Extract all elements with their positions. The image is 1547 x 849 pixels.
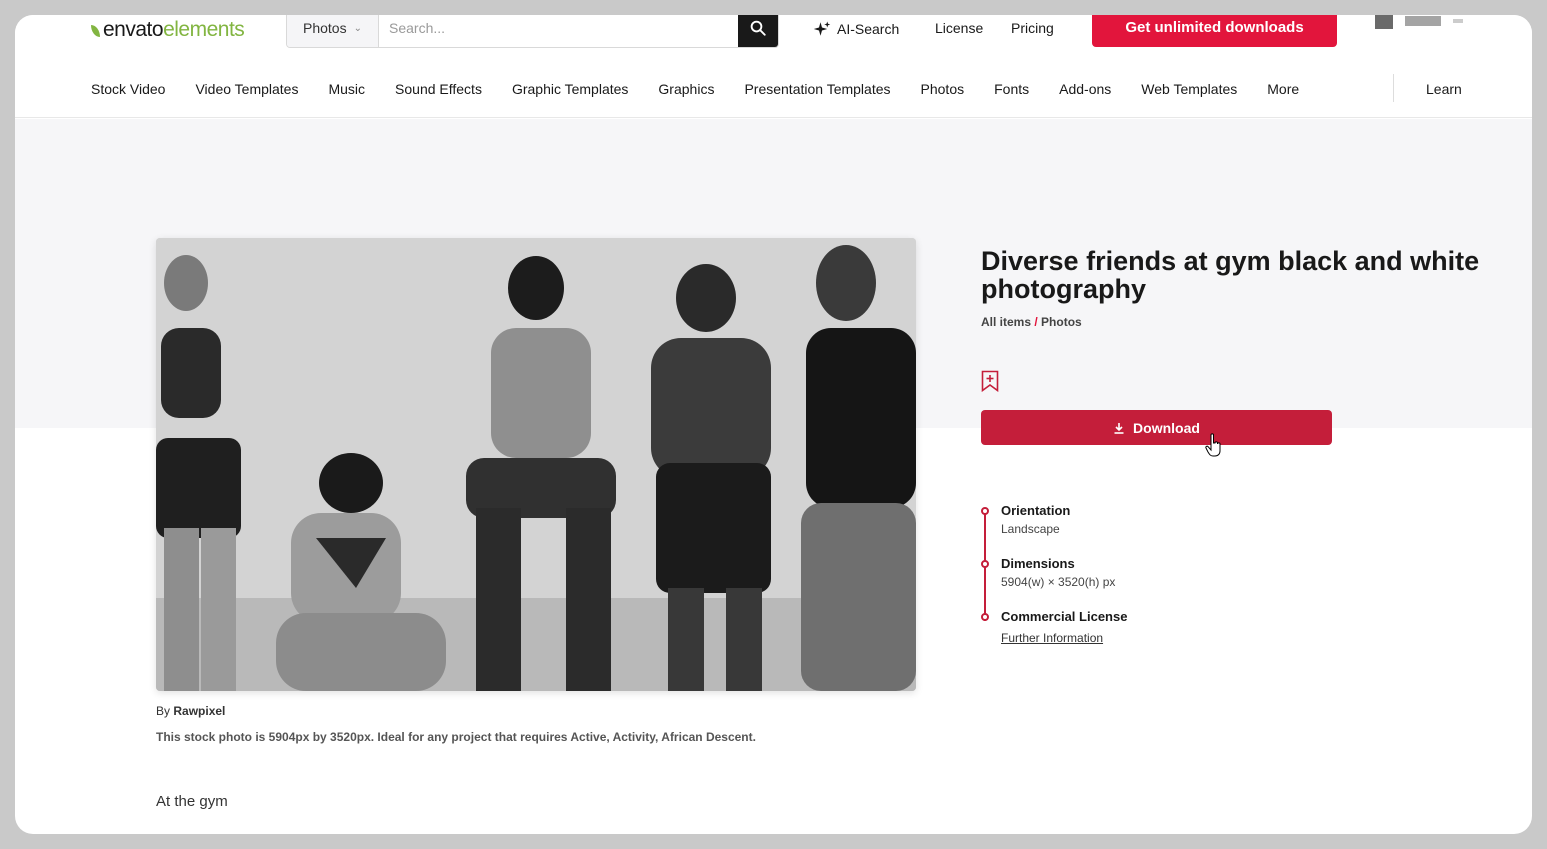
leaf-icon — [91, 25, 100, 37]
attribute-dimensions: Dimensions 5904(w) × 3520(h) px — [981, 556, 1127, 589]
by-label: By — [156, 704, 171, 718]
gym-photo-illustration — [156, 238, 916, 691]
account-chevron-icon — [1453, 19, 1463, 23]
breadcrumb-photos[interactable]: Photos — [1041, 315, 1082, 329]
item-preview-image[interactable] — [156, 238, 916, 691]
nav-fonts[interactable]: Fonts — [994, 81, 1029, 97]
nav-music[interactable]: Music — [328, 81, 365, 97]
nav-web-templates[interactable]: Web Templates — [1141, 81, 1237, 97]
further-information-link[interactable]: Further Information — [1001, 631, 1127, 645]
attribute-orientation: Orientation Landscape — [981, 503, 1127, 536]
item-title: Diverse friends at gym black and white p… — [981, 246, 1480, 304]
nav-more[interactable]: More — [1267, 81, 1299, 97]
item-attributes: Orientation Landscape Dimensions 5904(w)… — [981, 503, 1127, 665]
search-category-label: Photos — [303, 20, 347, 36]
bookmark-add-icon[interactable] — [981, 370, 999, 392]
nav-stock-video[interactable]: Stock Video — [91, 81, 165, 97]
dimensions-value: 5904(w) × 3520(h) px — [1001, 575, 1116, 589]
hand-cursor-icon — [1205, 433, 1221, 457]
search-input[interactable] — [379, 15, 738, 47]
nav-photos[interactable]: Photos — [921, 81, 965, 97]
browser-window: envato elements Photos ⌄ AI-Search Licen… — [15, 15, 1532, 834]
search-icon — [750, 20, 766, 36]
envato-logo[interactable]: envato elements — [91, 18, 245, 42]
orientation-label: Orientation — [1001, 503, 1071, 518]
download-label: Download — [1133, 419, 1200, 436]
get-unlimited-downloads-button[interactable]: Get unlimited downloads — [1092, 15, 1337, 47]
search-bar: Photos ⌄ — [286, 15, 779, 48]
site-header: envato elements Photos ⌄ AI-Search Licen… — [15, 15, 1532, 118]
timeline-dot — [981, 613, 989, 621]
nav-graphics[interactable]: Graphics — [658, 81, 714, 97]
logo-text-elements: elements — [163, 18, 245, 41]
username-blur — [1405, 16, 1441, 26]
logo-text-envato: envato — [103, 18, 164, 41]
sparkle-icon — [813, 21, 831, 36]
ai-search-label: AI-Search — [837, 21, 900, 37]
nav-presentation-templates[interactable]: Presentation Templates — [744, 81, 890, 97]
dimensions-label: Dimensions — [1001, 556, 1075, 571]
breadcrumb: All items / Photos — [981, 315, 1082, 329]
search-category-select[interactable]: Photos ⌄ — [287, 15, 379, 47]
category-nav: Stock Video Video Templates Music Sound … — [91, 74, 1394, 102]
nav-add-ons[interactable]: Add-ons — [1059, 81, 1111, 97]
nav-video-templates[interactable]: Video Templates — [195, 81, 298, 97]
timeline-dot — [981, 560, 989, 568]
pricing-link[interactable]: Pricing — [1011, 20, 1054, 36]
user-avatar[interactable] — [1375, 15, 1463, 29]
item-description: This stock photo is 5904px by 3520px. Id… — [156, 730, 756, 744]
download-icon — [1114, 422, 1124, 434]
timeline-dot — [981, 507, 989, 515]
nav-divider — [1393, 74, 1394, 102]
license-label: Commercial License — [1001, 609, 1128, 624]
nav-graphic-templates[interactable]: Graphic Templates — [512, 81, 628, 97]
author-link[interactable]: Rawpixel — [173, 704, 225, 718]
attribute-license: Commercial License Further Information — [981, 609, 1127, 645]
nav-sound-effects[interactable]: Sound Effects — [395, 81, 482, 97]
breadcrumb-all-items[interactable]: All items — [981, 315, 1031, 329]
orientation-value: Landscape — [1001, 522, 1060, 536]
nav-learn[interactable]: Learn — [1426, 81, 1462, 97]
chevron-down-icon: ⌄ — [353, 22, 362, 34]
search-button[interactable] — [738, 15, 778, 47]
author-byline: By Rawpixel — [156, 704, 225, 718]
avatar-image — [1375, 15, 1393, 29]
breadcrumb-separator: / — [1034, 315, 1038, 329]
item-subtitle: At the gym — [156, 793, 228, 810]
license-link[interactable]: License — [935, 20, 983, 36]
ai-search-link[interactable]: AI-Search — [813, 20, 899, 38]
download-button[interactable]: Download — [981, 410, 1332, 445]
